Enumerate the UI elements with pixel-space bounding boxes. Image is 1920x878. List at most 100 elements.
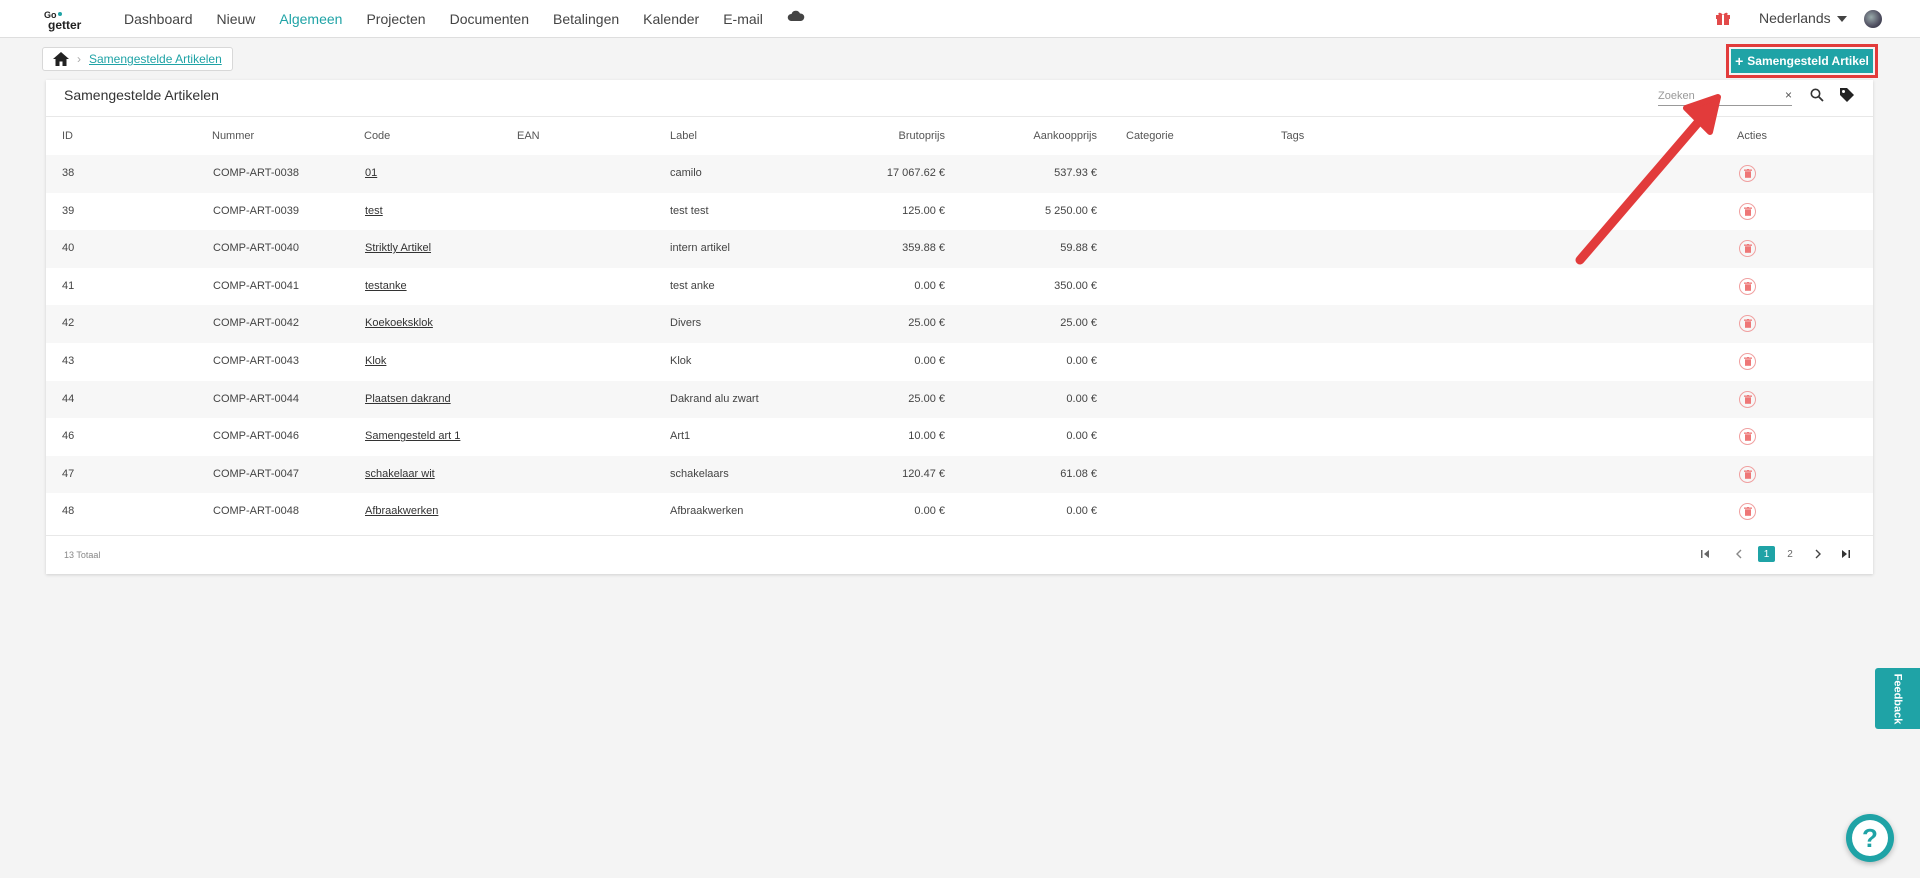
cell-aankoopprijs: 537.93 € xyxy=(1054,167,1097,179)
card-title: Samengestelde Artikelen xyxy=(64,87,219,103)
delete-icon[interactable] xyxy=(1739,202,1756,220)
cell-nummer: COMP-ART-0040 xyxy=(213,242,299,255)
language-selector[interactable]: Nederlands xyxy=(1759,10,1847,26)
nav-item-documenten[interactable]: Documenten xyxy=(450,11,529,27)
delete-icon[interactable] xyxy=(1739,353,1756,370)
add-button-label: Samengesteld Artikel xyxy=(1747,54,1869,68)
cell-nummer: COMP-ART-0047 xyxy=(213,467,299,480)
delete-icon[interactable] xyxy=(1739,315,1756,333)
column-header-aankoopprijs[interactable]: Aankoopprijs xyxy=(1033,130,1097,142)
svg-text:getter: getter xyxy=(48,18,82,32)
first-page-icon[interactable] xyxy=(1698,546,1712,562)
cell-code[interactable]: test xyxy=(365,205,383,217)
prev-page-icon[interactable] xyxy=(1732,546,1746,562)
cell-code[interactable]: testanke xyxy=(365,280,407,292)
feedback-tab[interactable]: Feedback xyxy=(1875,668,1920,729)
cell-aankoopprijs: 61.08 € xyxy=(1060,467,1097,480)
column-header-id[interactable]: ID xyxy=(62,130,73,142)
feedback-label: Feedback xyxy=(1891,673,1904,724)
cell-nummer: COMP-ART-0044 xyxy=(213,392,299,405)
column-header-tags[interactable]: Tags xyxy=(1281,130,1304,142)
cell-nummer: COMP-ART-0039 xyxy=(213,204,299,217)
add-samengesteld-artikel-button[interactable]: + Samengesteld Artikel xyxy=(1731,49,1873,73)
cell-nummer: COMP-ART-0038 xyxy=(213,167,299,179)
cell-nummer: COMP-ART-0043 xyxy=(213,355,299,367)
clear-search-icon[interactable]: × xyxy=(1785,88,1792,102)
cell-aankoopprijs: 0.00 € xyxy=(1066,505,1097,518)
table-row: 48 COMP-ART-0048 Afbraakwerken Afbraakwerke… xyxy=(46,493,1873,531)
nav-item-nieuw[interactable]: Nieuw xyxy=(217,11,256,27)
cell-brutoprijs: 10.00 € xyxy=(908,430,945,443)
nav-item-e-mail[interactable]: E-mail xyxy=(723,11,763,27)
cell-code[interactable]: Afbraakwerken xyxy=(365,505,438,517)
column-header-code[interactable]: Code xyxy=(364,130,390,142)
delete-icon[interactable] xyxy=(1739,277,1756,295)
last-page-icon[interactable] xyxy=(1839,546,1853,562)
breadcrumb-current[interactable]: Samengestelde Artikelen xyxy=(89,52,222,66)
total-count: 13 Totaal xyxy=(64,550,101,560)
search-icon[interactable] xyxy=(1810,88,1824,102)
cell-aankoopprijs: 350.00 € xyxy=(1054,279,1097,292)
cell-code[interactable]: Klok xyxy=(365,355,386,367)
nav-item-betalingen[interactable]: Betalingen xyxy=(553,11,619,27)
column-header-brutoprijs[interactable]: Brutoprijs xyxy=(899,130,945,142)
cell-id: 46 xyxy=(62,430,75,443)
nav-item-projecten[interactable]: Projecten xyxy=(366,11,425,27)
cell-id: 47 xyxy=(62,467,75,480)
cell-code[interactable]: Striktly Artikel xyxy=(365,242,431,254)
next-page-icon[interactable] xyxy=(1811,546,1825,562)
card-header-divider xyxy=(46,116,1873,117)
user-avatar[interactable] xyxy=(1864,10,1882,28)
cell-label: test anke xyxy=(670,279,715,292)
search-input[interactable] xyxy=(1658,86,1778,106)
table-row: 38 COMP-ART-0038 01 camilo 17 067.62 € 537.93… xyxy=(46,155,1873,193)
column-header-ean[interactable]: EAN xyxy=(517,130,540,142)
cell-label: Art1 xyxy=(670,430,691,443)
cell-code[interactable]: 01 xyxy=(365,167,377,179)
cell-aankoopprijs: 0.00 € xyxy=(1066,392,1097,405)
delete-icon[interactable] xyxy=(1739,390,1756,408)
delete-icon[interactable] xyxy=(1739,428,1756,446)
column-header-acties[interactable]: Acties xyxy=(1737,130,1767,142)
cell-code[interactable]: Koekoeksklok xyxy=(365,317,433,329)
delete-icon[interactable] xyxy=(1739,240,1756,258)
cell-code[interactable]: Samengesteld art 1 xyxy=(365,430,460,442)
add-button-highlight: + Samengesteld Artikel xyxy=(1726,44,1878,78)
cell-id: 40 xyxy=(62,242,75,255)
cell-nummer: COMP-ART-0046 xyxy=(213,430,299,443)
articles-card: Samengestelde Artikelen × ID Nummer Code EA… xyxy=(46,80,1873,574)
nav-item-algemeen[interactable]: Algemeen xyxy=(279,11,342,27)
tag-icon[interactable] xyxy=(1839,87,1855,103)
cell-code[interactable]: Plaatsen dakrand xyxy=(365,393,451,405)
table-row: 44 COMP-ART-0044 Plaatsen dakrand Dakrand a… xyxy=(46,380,1873,419)
nav-item-kalender[interactable]: Kalender xyxy=(643,11,699,27)
delete-icon[interactable] xyxy=(1739,465,1756,483)
cell-nummer: COMP-ART-0042 xyxy=(213,317,299,330)
delete-icon[interactable] xyxy=(1739,165,1756,182)
help-button[interactable]: ? xyxy=(1846,814,1894,862)
cell-brutoprijs: 0.00 € xyxy=(914,279,945,292)
cell-label: Divers xyxy=(670,317,702,330)
page-1-button[interactable]: 1 xyxy=(1758,546,1775,562)
table-row: 43 COMP-ART-0043 Klok Klok 0.00 € 0.00 € xyxy=(46,343,1873,381)
cell-id: 43 xyxy=(62,355,75,367)
gogetter-logo[interactable]: Go getter xyxy=(42,8,102,32)
table-row: 47 COMP-ART-0047 schakelaar wit schakelaars… xyxy=(46,455,1873,494)
home-icon[interactable] xyxy=(53,52,69,66)
nav-item-dashboard[interactable]: Dashboard xyxy=(124,11,193,27)
column-header-categorie[interactable]: Categorie xyxy=(1126,130,1174,142)
table-row: 46 COMP-ART-0046 Samengesteld art 1 Art1 10.… xyxy=(46,418,1873,456)
column-header-label[interactable]: Label xyxy=(670,130,697,142)
page-2-button[interactable]: 2 xyxy=(1783,546,1797,562)
cell-label: schakelaars xyxy=(670,467,729,480)
cell-code[interactable]: schakelaar wit xyxy=(365,468,435,480)
top-navbar: Go getter Dashboard Nieuw Algemeen Projecte… xyxy=(0,0,1920,38)
plus-icon: + xyxy=(1735,53,1744,69)
cell-aankoopprijs: 5 250.00 € xyxy=(1045,204,1097,217)
cell-brutoprijs: 0.00 € xyxy=(914,505,945,518)
column-header-nummer[interactable]: Nummer xyxy=(212,130,254,142)
delete-icon[interactable] xyxy=(1739,503,1756,521)
gift-icon[interactable] xyxy=(1715,10,1731,26)
cloud-icon[interactable] xyxy=(787,9,805,23)
table-row: 42 COMP-ART-0042 Koekoeksklok Divers 25.00 €… xyxy=(46,305,1873,343)
